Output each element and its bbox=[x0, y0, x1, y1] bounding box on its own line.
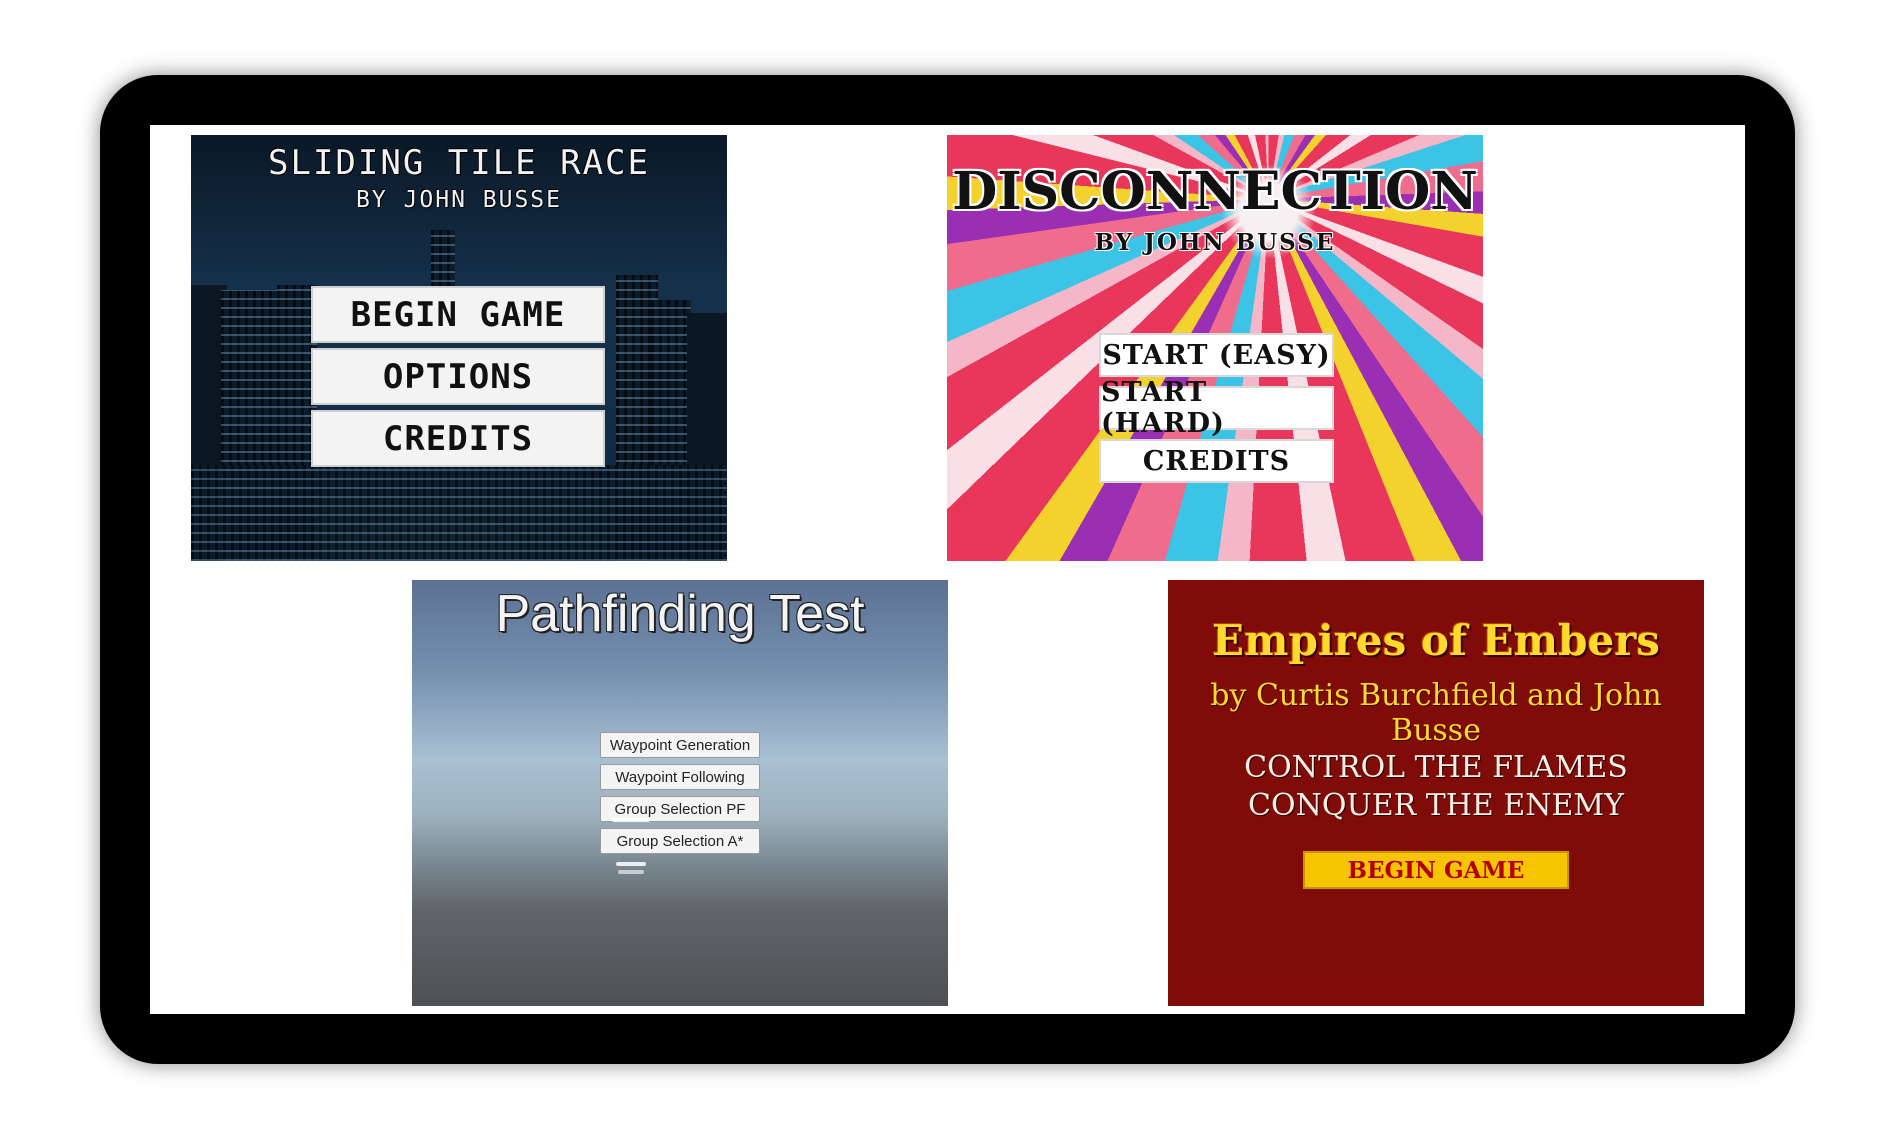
screen: SLIDING TILE RACE BY JOHN BUSSE BEGIN GA… bbox=[150, 125, 1745, 1014]
water-glare bbox=[618, 870, 644, 874]
group-selection-astar-button[interactable]: Group Selection A* bbox=[600, 828, 760, 854]
credits-button[interactable]: CREDITS bbox=[1099, 439, 1334, 483]
begin-game-button[interactable]: BEGIN GAME bbox=[311, 286, 605, 343]
empires-of-embers-screenshot: Empires of Embers by Curtis Burchfield a… bbox=[1168, 580, 1704, 1006]
pathfinding-test-screenshot: Pathfinding Test Waypoint Generation Way… bbox=[412, 580, 948, 1006]
water-glare bbox=[612, 818, 650, 822]
start-easy-button[interactable]: START (EASY) bbox=[1099, 333, 1334, 377]
game-title: Empires of Embers bbox=[1212, 616, 1660, 665]
city-lights bbox=[191, 465, 727, 561]
waypoint-generation-button[interactable]: Waypoint Generation bbox=[600, 732, 760, 758]
tagline-control: CONTROL THE FLAMES bbox=[1244, 750, 1628, 785]
credits-button[interactable]: CREDITS bbox=[311, 410, 605, 467]
game-title: DISCONNECTION bbox=[952, 161, 1478, 222]
tagline-conquer: CONQUER THE ENEMY bbox=[1248, 788, 1624, 823]
disconnection-screenshot: DISCONNECTION BY JOHN BUSSE START (EASY)… bbox=[947, 135, 1483, 561]
start-hard-button[interactable]: START (HARD) bbox=[1099, 377, 1334, 439]
begin-game-button[interactable]: BEGIN GAME bbox=[1303, 851, 1569, 889]
waypoint-following-button[interactable]: Waypoint Following bbox=[600, 764, 760, 790]
sliding-tile-race-screenshot: SLIDING TILE RACE BY JOHN BUSSE BEGIN GA… bbox=[191, 135, 727, 561]
game-title: SLIDING TILE RACE bbox=[268, 143, 650, 183]
game-byline: BY JOHN BUSSE bbox=[1094, 229, 1336, 256]
water-glare bbox=[616, 862, 646, 866]
game-byline: BY JOHN BUSSE bbox=[355, 187, 562, 213]
game-byline: by Curtis Burchfield and John Busse bbox=[1210, 678, 1662, 748]
game-title: Pathfinding Test bbox=[495, 585, 865, 643]
options-button[interactable]: OPTIONS bbox=[311, 348, 605, 405]
